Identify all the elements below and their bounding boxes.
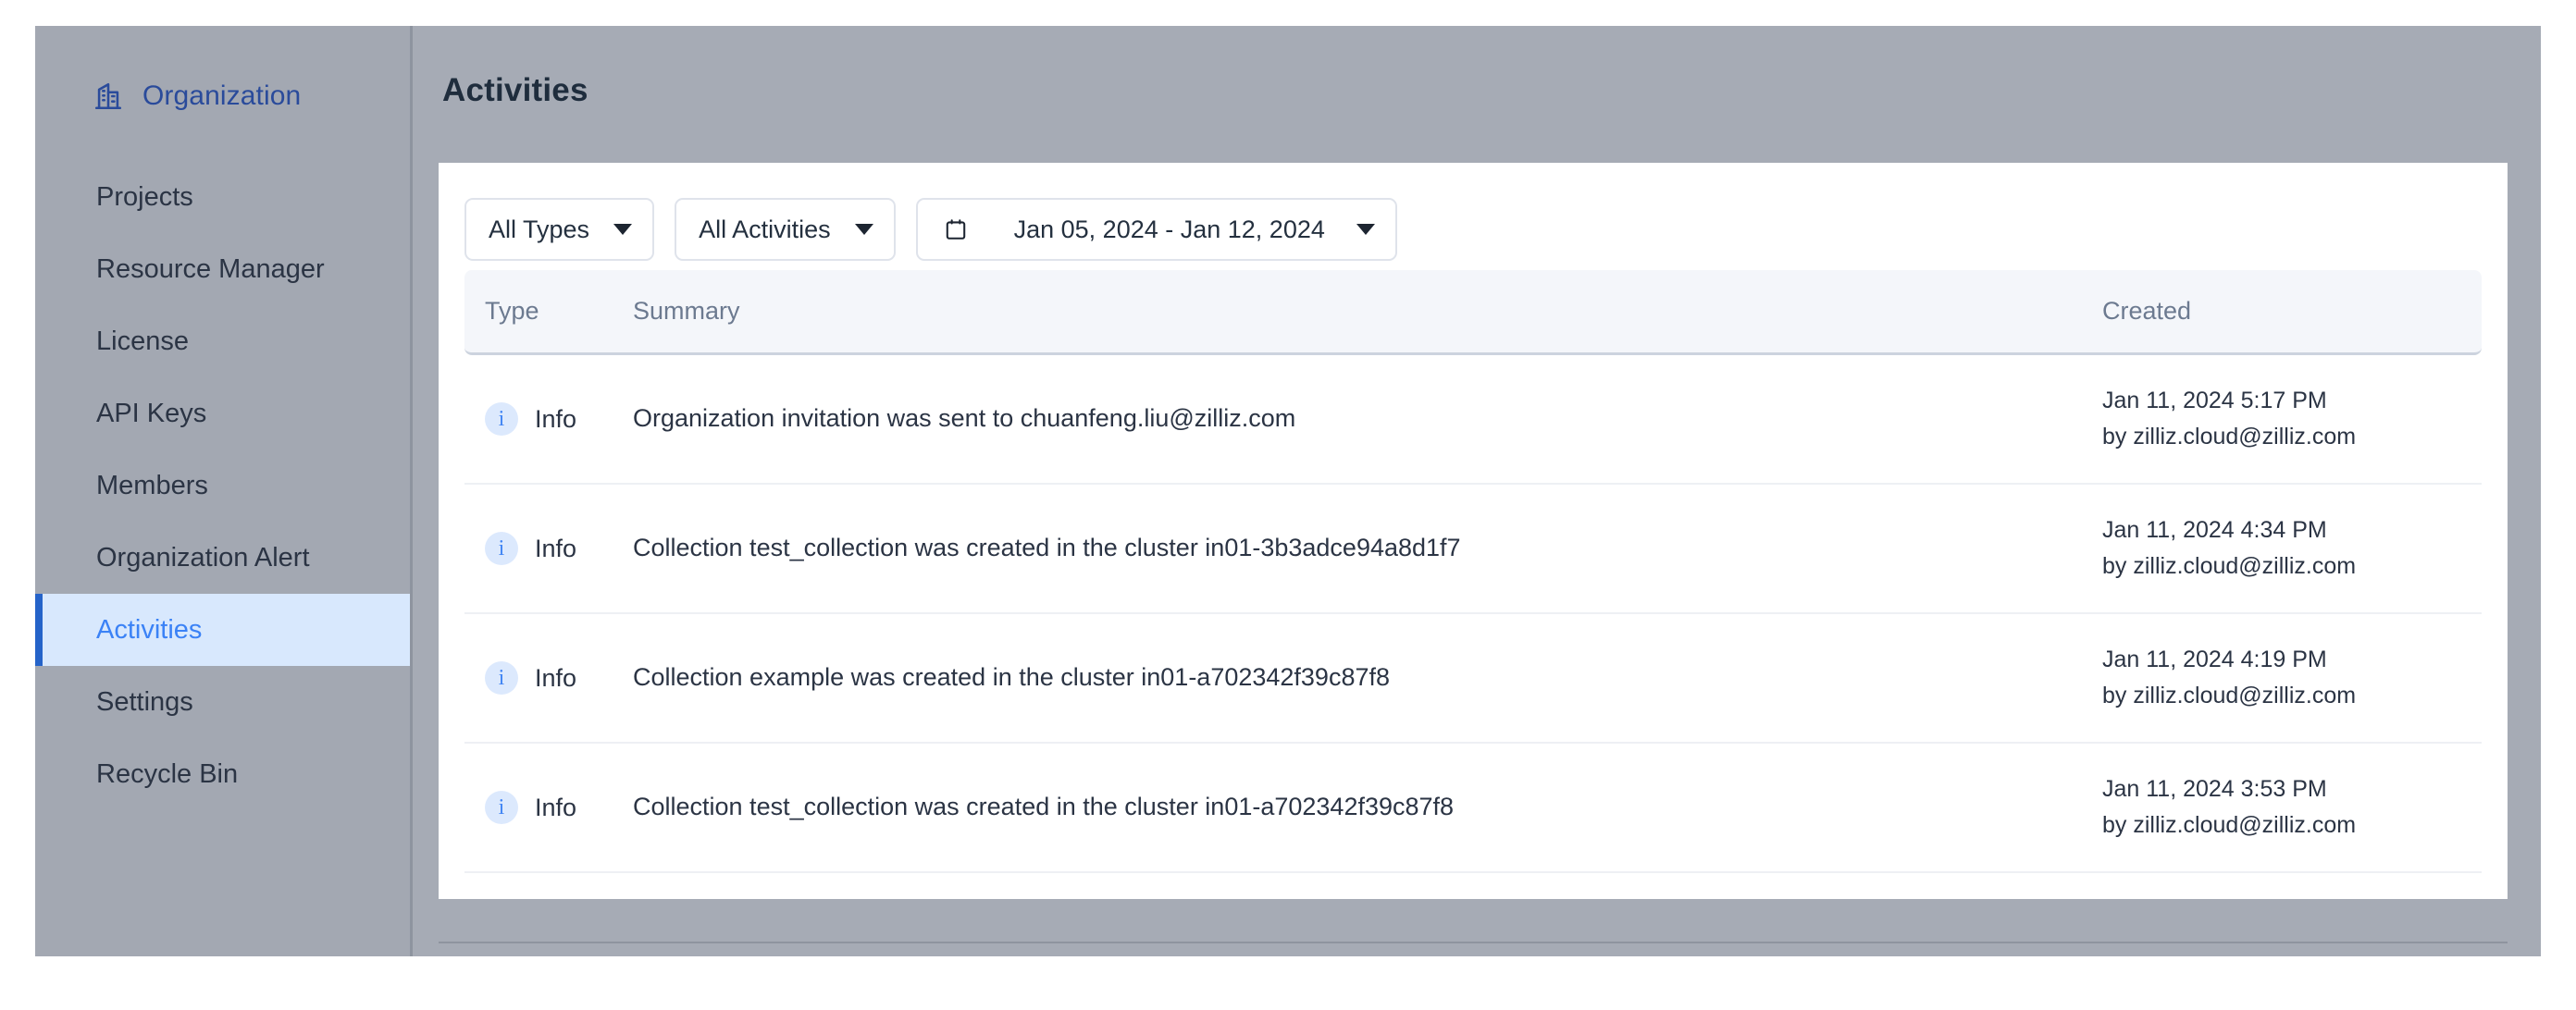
sidebar-item-label: Projects (96, 181, 193, 212)
type-filter-dropdown[interactable]: All Types (464, 198, 655, 261)
cell-type: i Info (464, 661, 629, 695)
sidebar-item-recycle-bin[interactable]: Recycle Bin (35, 738, 410, 810)
cell-created: Jan 11, 2024 3:53 PM by zilliz.cloud@zil… (2093, 771, 2482, 844)
sidebar-item-label: License (96, 326, 189, 356)
organization-header[interactable]: Organization (35, 26, 410, 115)
activity-filter-dropdown[interactable]: All Activities (675, 198, 896, 261)
info-icon: i (485, 402, 518, 436)
sidebar-item-organization-alert[interactable]: Organization Alert (35, 522, 410, 594)
created-by: by zilliz.cloud@zilliz.com (2102, 812, 2357, 838)
table-row[interactable]: i Info Collection example was created in… (464, 614, 2482, 744)
created-timestamp: Jan 11, 2024 4:34 PM (2102, 517, 2327, 544)
column-header-created[interactable]: Created (2093, 299, 2482, 324)
activity-filter-value: All Activities (699, 215, 831, 243)
cell-summary: Organization invitation was sent to chua… (633, 404, 1296, 433)
organization-label: Organization (142, 80, 302, 111)
calendar-icon (944, 216, 968, 242)
sidebar-item-label: Organization Alert (96, 542, 310, 573)
date-range-value: Jan 05, 2024 - Jan 12, 2024 (1013, 215, 1325, 243)
info-icon: i (485, 791, 518, 824)
cell-type: i Info (464, 402, 629, 436)
date-range-filter-dropdown[interactable]: Jan 05, 2024 - Jan 12, 2024 (915, 198, 1397, 261)
sidebar-item-projects[interactable]: Projects (35, 161, 410, 233)
activities-table: Type Summary Created i Info Organization… (439, 270, 2508, 899)
sidebar-item-label: Recycle Bin (96, 758, 239, 789)
sidebar-item-api-keys[interactable]: API Keys (35, 377, 410, 450)
created-timestamp: Jan 11, 2024 4:19 PM (2102, 647, 2327, 673)
type-label: Info (535, 793, 577, 821)
cell-created: Jan 11, 2024 5:17 PM by zilliz.cloud@zil… (2093, 383, 2482, 455)
sidebar-item-label: Settings (96, 686, 193, 717)
table-row[interactable]: i Info Cluster in01-3b3adce94a8d1f7 was … (464, 873, 2482, 899)
table-row[interactable]: i Info Organization invitation was sent … (464, 355, 2482, 485)
sidebar-item-resource-manager[interactable]: Resource Manager (35, 233, 410, 305)
sidebar-item-members[interactable]: Members (35, 450, 410, 522)
main-content: Activities All Types All Activities Jan … (413, 26, 2541, 956)
created-timestamp: Jan 11, 2024 3:53 PM (2102, 776, 2327, 803)
created-by: by zilliz.cloud@zilliz.com (2102, 683, 2357, 708)
cell-type: i Info (464, 791, 629, 824)
chevron-down-icon (613, 224, 633, 235)
type-label: Info (535, 404, 577, 433)
sidebar: Organization Projects Resource Manager L… (35, 26, 413, 956)
created-timestamp: Jan 11, 2024 5:17 PM (2102, 388, 2327, 414)
column-header-summary[interactable]: Summary (629, 299, 2093, 324)
sidebar-item-label: Members (96, 470, 208, 500)
filter-bar: All Types All Activities Jan 05, 2024 - … (439, 163, 2508, 270)
sidebar-item-label: API Keys (96, 398, 207, 428)
info-icon: i (485, 532, 518, 565)
info-icon: i (485, 661, 518, 695)
type-filter-value: All Types (489, 215, 590, 243)
sidebar-nav: Projects Resource Manager License API Ke… (35, 161, 410, 810)
cell-created: Jan 11, 2024 4:19 PM by zilliz.cloud@zil… (2093, 642, 2482, 714)
sidebar-item-settings[interactable]: Settings (35, 666, 410, 738)
activities-panel: All Types All Activities Jan 05, 2024 - … (439, 163, 2508, 899)
page-title: Activities (442, 72, 588, 108)
table-header-row: Type Summary Created (464, 270, 2482, 355)
cell-summary: Collection example was created in the cl… (633, 663, 1391, 692)
cell-summary: Collection test_collection was created i… (633, 793, 1455, 821)
panel-bottom-divider (439, 942, 2508, 943)
building-icon (93, 80, 124, 112)
cell-summary: Collection test_collection was created i… (633, 534, 1461, 562)
sidebar-item-license[interactable]: License (35, 305, 410, 377)
chevron-down-icon (1356, 224, 1375, 235)
cell-created: Jan 11, 2024 4:34 PM by zilliz.cloud@zil… (2093, 512, 2482, 585)
created-by: by zilliz.cloud@zilliz.com (2102, 424, 2357, 450)
type-label: Info (535, 534, 577, 562)
app-window: Organization Projects Resource Manager L… (35, 26, 2541, 956)
table-row[interactable]: i Info Collection test_collection was cr… (464, 485, 2482, 614)
created-by: by zilliz.cloud@zilliz.com (2102, 553, 2357, 579)
sidebar-item-label: Activities (96, 614, 203, 645)
type-label: Info (535, 663, 577, 692)
sidebar-item-label: Resource Manager (96, 253, 325, 284)
table-row[interactable]: i Info Collection test_collection was cr… (464, 744, 2482, 873)
chevron-down-icon (854, 224, 873, 235)
cell-type: i Info (464, 532, 629, 565)
sidebar-item-activities[interactable]: Activities (35, 594, 410, 666)
column-header-type[interactable]: Type (464, 299, 629, 324)
